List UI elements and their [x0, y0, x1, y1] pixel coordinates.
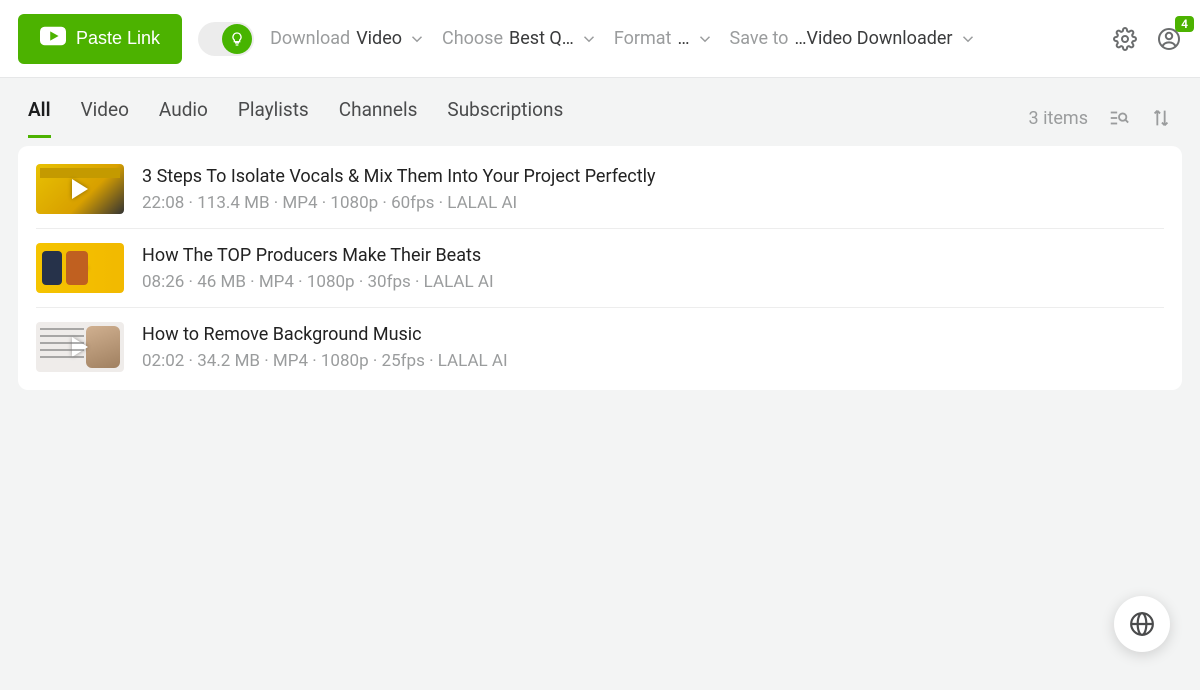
- chevron-down-icon: [696, 30, 714, 48]
- download-type-label: Download: [270, 28, 350, 49]
- smart-mode-toggle[interactable]: [198, 22, 254, 56]
- save-to-label: Save to: [730, 28, 789, 49]
- video-thumbnail: [36, 164, 124, 214]
- youtube-icon: [40, 26, 66, 51]
- paste-link-label: Paste Link: [76, 28, 160, 49]
- video-title: How to Remove Background Music: [142, 324, 508, 345]
- video-title: How The TOP Producers Make Their Beats: [142, 245, 494, 266]
- video-thumbnail: [36, 322, 124, 372]
- lightbulb-icon: [222, 24, 252, 54]
- sort-icon[interactable]: [1150, 107, 1172, 129]
- chevron-down-icon: [408, 30, 426, 48]
- save-to-select[interactable]: Save to …Video Downloader: [730, 28, 977, 49]
- tab-all[interactable]: All: [28, 98, 51, 138]
- video-thumbnail: [36, 243, 124, 293]
- quality-select[interactable]: Choose Best Q…: [442, 28, 598, 49]
- quality-label: Choose: [442, 28, 503, 49]
- notification-badge: 4: [1175, 16, 1194, 32]
- save-to-value: …Video Downloader: [794, 28, 952, 49]
- play-icon: [72, 258, 88, 278]
- browser-fab[interactable]: [1114, 596, 1170, 652]
- list-item[interactable]: How to Remove Background Music 02:02 · 3…: [18, 308, 1182, 386]
- tab-channels[interactable]: Channels: [339, 98, 418, 138]
- play-icon: [72, 337, 88, 357]
- search-list-icon[interactable]: [1108, 107, 1130, 129]
- item-count: 3 items: [1029, 108, 1088, 129]
- download-type-value: Video: [356, 28, 402, 49]
- tabs-right-controls: 3 items: [1029, 107, 1172, 129]
- video-meta: 22:08 · 113.4 MB · MP4 · 1080p · 60fps ·…: [142, 193, 656, 213]
- format-select[interactable]: Format …: [614, 28, 714, 49]
- tab-video[interactable]: Video: [81, 98, 129, 138]
- download-type-select[interactable]: Download Video: [270, 28, 426, 49]
- chevron-down-icon: [959, 30, 977, 48]
- video-title: 3 Steps To Isolate Vocals & Mix Them Int…: [142, 166, 656, 187]
- play-icon: [72, 179, 88, 199]
- filter-tabs-row: All Video Audio Playlists Channels Subscripti…: [0, 78, 1200, 138]
- account-button[interactable]: 4: [1156, 26, 1182, 52]
- settings-button[interactable]: [1112, 26, 1138, 52]
- paste-link-button[interactable]: Paste Link: [18, 14, 182, 64]
- tab-audio[interactable]: Audio: [159, 98, 208, 138]
- list-item-body: 3 Steps To Isolate Vocals & Mix Them Int…: [142, 166, 656, 213]
- toolbar-right: 4: [1112, 26, 1182, 52]
- filter-tabs: All Video Audio Playlists Channels Subscripti…: [28, 98, 563, 138]
- list-item-body: How to Remove Background Music 02:02 · 3…: [142, 324, 508, 371]
- list-item-body: How The TOP Producers Make Their Beats 0…: [142, 245, 494, 292]
- format-value: …: [677, 28, 689, 49]
- tab-subscriptions[interactable]: Subscriptions: [447, 98, 563, 138]
- globe-icon: [1129, 611, 1155, 637]
- list-item[interactable]: 3 Steps To Isolate Vocals & Mix Them Int…: [18, 150, 1182, 228]
- list-item[interactable]: How The TOP Producers Make Their Beats 0…: [18, 229, 1182, 307]
- video-meta: 08:26 · 46 MB · MP4 · 1080p · 30fps · LA…: [142, 272, 494, 292]
- toolbar: Paste Link Download Video Choose Best Q……: [0, 0, 1200, 78]
- gear-icon: [1113, 27, 1137, 51]
- chevron-down-icon: [580, 30, 598, 48]
- video-meta: 02:02 · 34.2 MB · MP4 · 1080p · 25fps · …: [142, 351, 508, 371]
- downloads-list: 3 Steps To Isolate Vocals & Mix Them Int…: [18, 146, 1182, 390]
- tab-playlists[interactable]: Playlists: [238, 98, 309, 138]
- quality-value: Best Q…: [509, 28, 574, 49]
- format-label: Format: [614, 28, 672, 49]
